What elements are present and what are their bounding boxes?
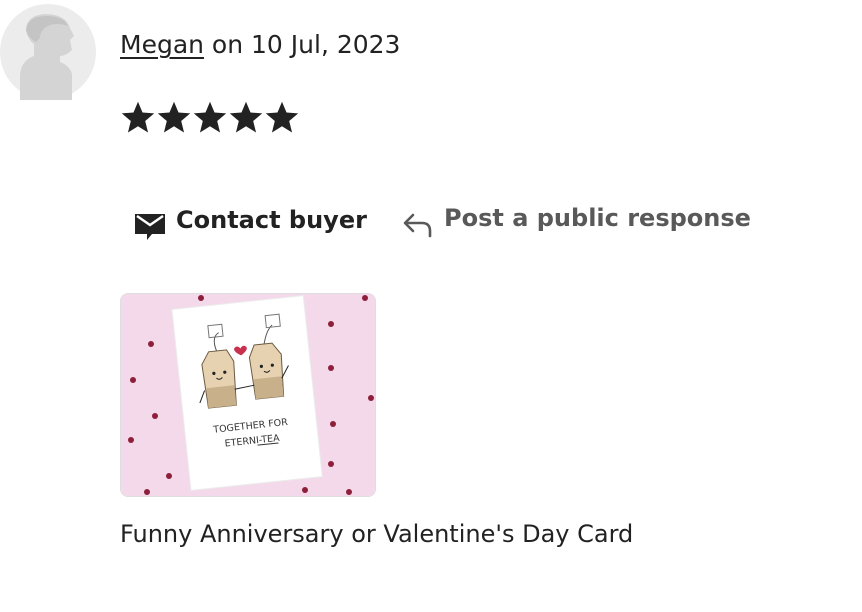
reviewer-name-link[interactable]: Megan bbox=[120, 30, 204, 59]
reviewer-avatar[interactable] bbox=[0, 4, 96, 100]
product-thumbnail[interactable]: TOGETHER FOR ETERNI-TEA bbox=[120, 293, 376, 497]
review-actions: Contact buyer Post a public response bbox=[120, 198, 760, 246]
star-icon bbox=[265, 101, 299, 133]
star-icon bbox=[229, 101, 263, 133]
star-icon bbox=[121, 101, 155, 133]
reply-arrow-icon bbox=[403, 213, 432, 238]
review-date: on 10 Jul, 2023 bbox=[203, 30, 401, 59]
public-response-button[interactable]: Post a public response bbox=[402, 198, 751, 238]
star-rating bbox=[120, 98, 300, 136]
contact-buyer-label: Contact buyer bbox=[176, 206, 367, 234]
envelope-icon bbox=[135, 214, 165, 240]
star-icon bbox=[193, 101, 227, 133]
public-response-label: Post a public response bbox=[444, 204, 751, 232]
star-icon bbox=[157, 101, 191, 133]
contact-buyer-button[interactable]: Contact buyer bbox=[134, 198, 367, 242]
product-title[interactable]: Funny Anniversary or Valentine's Day Car… bbox=[120, 520, 633, 548]
review-header: Megan on 10 Jul, 2023 bbox=[120, 30, 400, 59]
